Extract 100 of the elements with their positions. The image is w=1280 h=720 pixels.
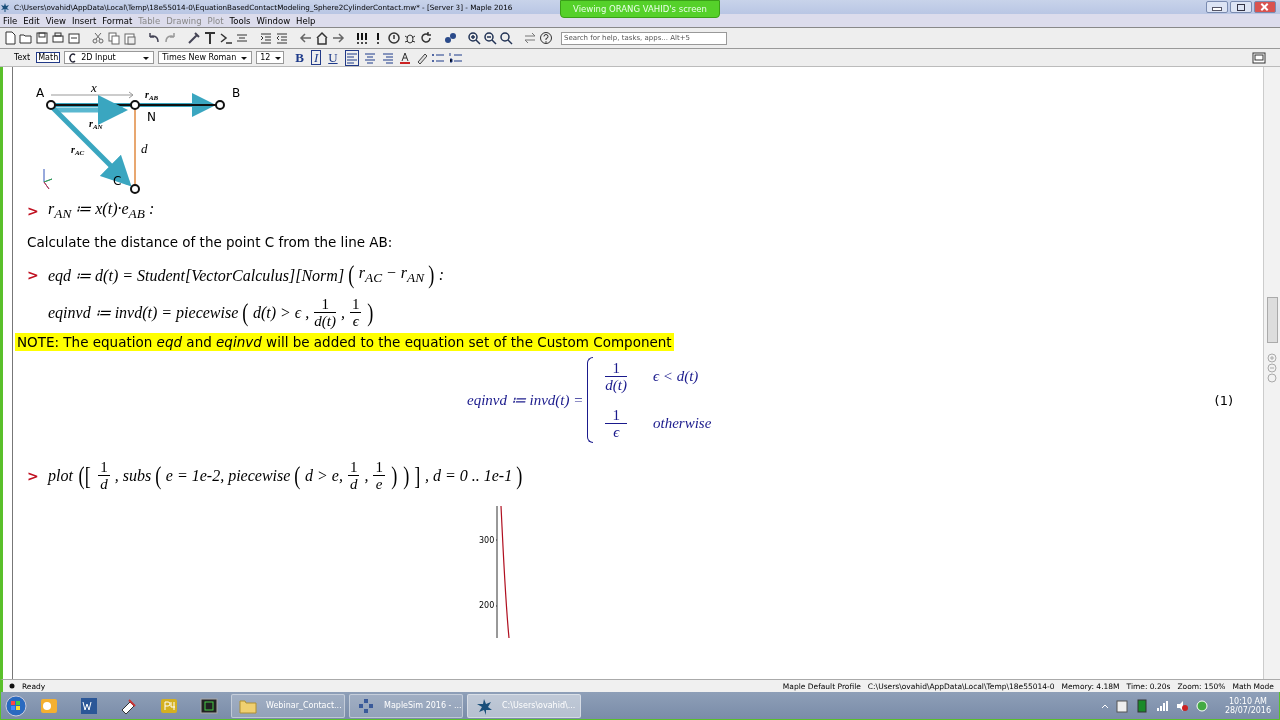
bracket-symbol: (	[242, 299, 249, 326]
point-marker	[215, 100, 225, 110]
bracket-symbol: )	[516, 462, 523, 489]
menu-item[interactable]: View	[45, 15, 66, 26]
execute-all-icon[interactable]	[355, 31, 369, 45]
show-hidden-icon[interactable]	[1100, 702, 1109, 709]
swap-arrows-icon[interactable]	[523, 31, 537, 45]
bracket-symbol: )	[367, 299, 374, 326]
math-expression: r$_{AC}$ − r$_{AN}$	[358, 264, 425, 287]
bracket-symbol: )	[391, 462, 398, 489]
paste-icon[interactable]	[123, 31, 137, 45]
outdent-icon[interactable]	[275, 31, 289, 45]
save-icon[interactable]	[35, 31, 49, 45]
menu-item[interactable]: File	[3, 15, 18, 26]
clipboard-icon[interactable]	[1114, 698, 1129, 713]
menu-item[interactable]: Edit	[23, 15, 40, 26]
font-dropdown[interactable]: Times New Roman	[158, 51, 253, 64]
axis-tick-label: 300	[479, 536, 495, 546]
tools-icon[interactable]	[187, 31, 201, 45]
vector-label: x	[91, 80, 97, 95]
export-icon[interactable]	[67, 31, 81, 45]
text-t-icon[interactable]	[203, 31, 217, 45]
cut-icon[interactable]	[91, 31, 105, 45]
text-style-toggle[interactable]: B	[292, 50, 307, 65]
copy-icon[interactable]	[107, 31, 121, 45]
highlighted-note: NOTE: The equation eqd and eqinvd will be added to the equation set of the Custom Component	[15, 333, 674, 352]
mode-toggle[interactable]: Math	[36, 52, 61, 63]
menu-item[interactable]: Insert	[71, 15, 97, 26]
battery-icon[interactable]	[1134, 698, 1149, 713]
dropdown-caret-icon	[240, 54, 249, 61]
stop-icon[interactable]	[387, 31, 401, 45]
indent-icon[interactable]	[259, 31, 273, 45]
restore-button[interactable]	[1230, 1, 1252, 13]
point-marker	[46, 100, 56, 110]
text-color-icon[interactable]	[398, 50, 411, 65]
scrollbar-thumb[interactable]	[1266, 297, 1278, 343]
fraction: 1 ϵ	[605, 407, 627, 441]
vector-label: r$_{AN}$	[89, 118, 103, 131]
font-size-dropdown[interactable]: 12	[256, 51, 285, 64]
fraction: 1 d	[347, 459, 360, 493]
prompt-marker: >	[27, 202, 39, 219]
zoom-out-icon[interactable]	[483, 31, 497, 45]
prompt-icon[interactable]	[219, 31, 233, 45]
bracket-symbol: (	[348, 262, 355, 289]
menu-item[interactable]: Window	[256, 15, 291, 26]
style-dropdown[interactable]: 2D Input	[64, 51, 155, 64]
close-button[interactable]	[1254, 1, 1276, 13]
status-dot-icon	[9, 683, 15, 689]
back-arrow-icon[interactable]	[299, 31, 313, 45]
window-toggle-icon[interactable]	[1252, 51, 1266, 64]
case-condition: ϵ < d(t)	[653, 368, 700, 386]
menu-item[interactable]: Help	[296, 15, 316, 26]
bracket-symbol: ([	[78, 462, 91, 489]
text-style-toggle[interactable]: I	[310, 50, 322, 65]
case-condition: otherwise	[653, 415, 712, 433]
numbered-list-icon[interactable]	[448, 50, 463, 65]
print-icon[interactable]	[51, 31, 65, 45]
fraction: 1 d	[98, 459, 110, 493]
fraction: 1 d(t)	[605, 360, 627, 394]
zoom-icon[interactable]	[499, 31, 513, 45]
bracket-symbol: ]	[414, 462, 421, 489]
forward-arrow-icon[interactable]	[331, 31, 345, 45]
math-expression: d(t) > ϵ ,	[252, 303, 310, 322]
mode-toggle[interactable]: Text	[12, 52, 33, 63]
point-marker	[130, 100, 140, 110]
screen-share-banner: Viewing ORANG VAHID's screen	[560, 0, 720, 18]
point-label: A	[36, 86, 45, 100]
home-icon[interactable]	[315, 31, 329, 45]
math-expression: , subs	[114, 466, 152, 485]
terminal-icon[interactable]	[199, 695, 219, 716]
word-processor-icon[interactable]	[79, 695, 99, 716]
fraction: 1 ϵ	[350, 296, 362, 330]
axis-tick-label: 200	[479, 601, 495, 611]
dropdown-caret-icon	[274, 54, 283, 61]
paragraph-text: Calculate the distance of the point C from the line AB:	[27, 234, 394, 251]
open-folder-icon[interactable]	[19, 31, 33, 45]
menu-item[interactable]: Tools	[229, 15, 251, 26]
menu-item[interactable]: Format	[102, 15, 133, 26]
connect-icon[interactable]	[443, 31, 457, 45]
math-expression: ,	[364, 466, 369, 485]
math-expression: r$_{AN}$ ≔ x(t)·e$_{AB}$ :	[48, 199, 155, 223]
equation-label: (1)	[1214, 392, 1233, 408]
signal-icon[interactable]	[1154, 698, 1169, 713]
restart-icon[interactable]	[419, 31, 433, 45]
math-expression: eqd ≔ d(t) = Student[VectorCalculus][Norm]	[48, 265, 345, 285]
zoom-in-icon[interactable]	[467, 31, 481, 45]
undo-icon[interactable]	[147, 31, 161, 45]
dropdown-caret-icon	[142, 54, 151, 61]
math-expression: ,	[341, 303, 345, 322]
debug-bug-icon[interactable]	[403, 31, 417, 45]
math-expression: e = 1e-2, piecewise	[165, 466, 291, 485]
math-expression: :	[438, 266, 445, 285]
point-label: B	[232, 86, 241, 100]
math-expression: , d = 0 .. 1e-1	[424, 466, 513, 485]
new-document-icon[interactable]	[3, 31, 17, 45]
align-left-icon[interactable]	[344, 49, 359, 66]
minimize-button[interactable]	[1206, 1, 1228, 13]
help-icon[interactable]	[539, 31, 553, 45]
start-button-icon[interactable]	[5, 694, 27, 717]
text-style-toggle[interactable]: U	[325, 50, 341, 65]
